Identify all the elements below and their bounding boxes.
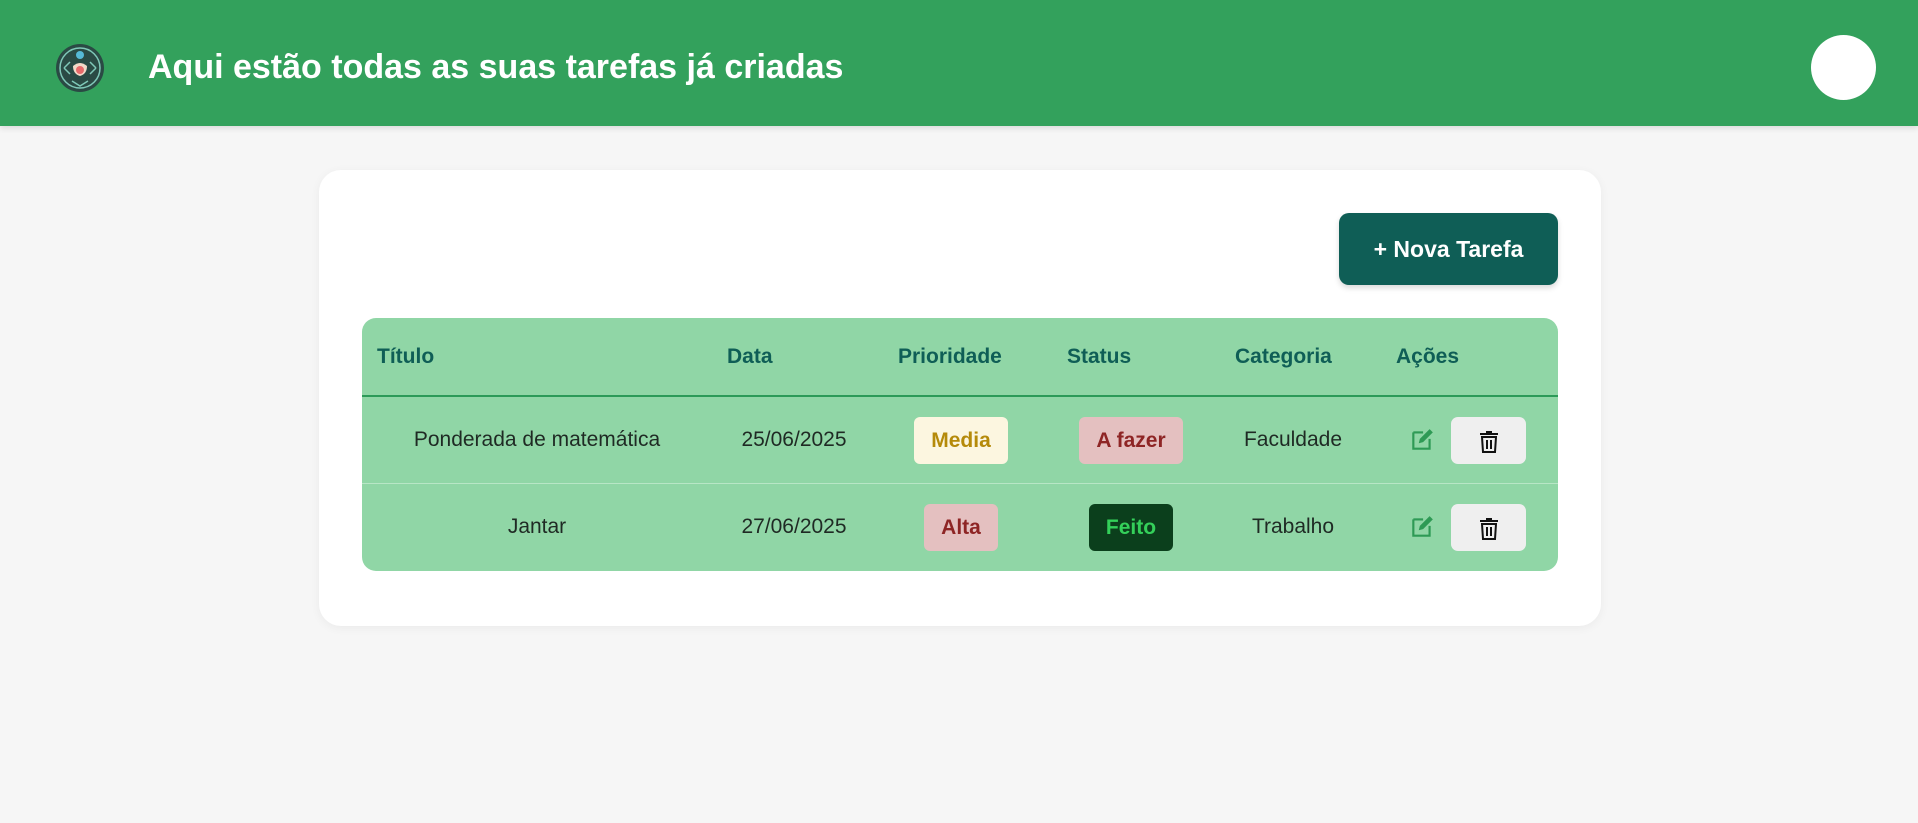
table-row: Jantar 27/06/2025 Alta Feito Trabalho <box>362 484 1558 570</box>
edit-icon[interactable] <box>1409 427 1435 453</box>
tasks-card: + Nova Tarefa Título Data Prioridade Sta… <box>319 170 1601 626</box>
column-header-acoes: Ações <box>1396 345 1460 368</box>
app-header: Aqui estão todas as suas tarefas já cria… <box>0 0 1918 126</box>
task-category: Faculdade <box>1243 428 1343 451</box>
priority-cell: Alta <box>876 484 1046 570</box>
table-row: Ponderada de matemática 25/06/2025 Media… <box>362 397 1558 484</box>
column-header-data[interactable]: Data <box>727 344 773 370</box>
task-date: 25/06/2025 <box>741 428 847 451</box>
task-title: Jantar <box>507 515 567 538</box>
table-header: Título Data Prioridade Status Categoria … <box>362 318 1558 397</box>
priority-cell: Media <box>876 397 1046 483</box>
column-header-status[interactable]: Status <box>1067 344 1131 370</box>
task-date: 27/06/2025 <box>741 515 847 538</box>
delete-button[interactable] <box>1451 504 1526 551</box>
delete-button[interactable] <box>1451 417 1526 464</box>
column-header-titulo[interactable]: Título <box>377 344 434 370</box>
status-cell: Feito <box>1046 484 1216 570</box>
status-badge: Feito <box>1088 503 1174 551</box>
task-category: Trabalho <box>1251 515 1335 538</box>
avatar[interactable] <box>1811 35 1876 100</box>
tasks-table: Título Data Prioridade Status Categoria … <box>362 318 1558 571</box>
edit-icon[interactable] <box>1409 514 1435 540</box>
task-title: Ponderada de matemática <box>413 428 661 451</box>
page-title: Aqui estão todas as suas tarefas já cria… <box>148 48 844 86</box>
status-cell: A fazer <box>1046 397 1216 483</box>
logo-icon <box>56 44 104 92</box>
column-header-categoria[interactable]: Categoria <box>1235 344 1332 370</box>
priority-badge: Media <box>914 416 1008 464</box>
trash-icon <box>1479 517 1498 540</box>
new-task-button[interactable]: + Nova Tarefa <box>1339 213 1558 285</box>
status-badge: A fazer <box>1079 416 1183 464</box>
column-header-prioridade[interactable]: Prioridade <box>898 344 1002 370</box>
priority-badge: Alta <box>924 503 998 551</box>
trash-icon <box>1479 430 1498 453</box>
